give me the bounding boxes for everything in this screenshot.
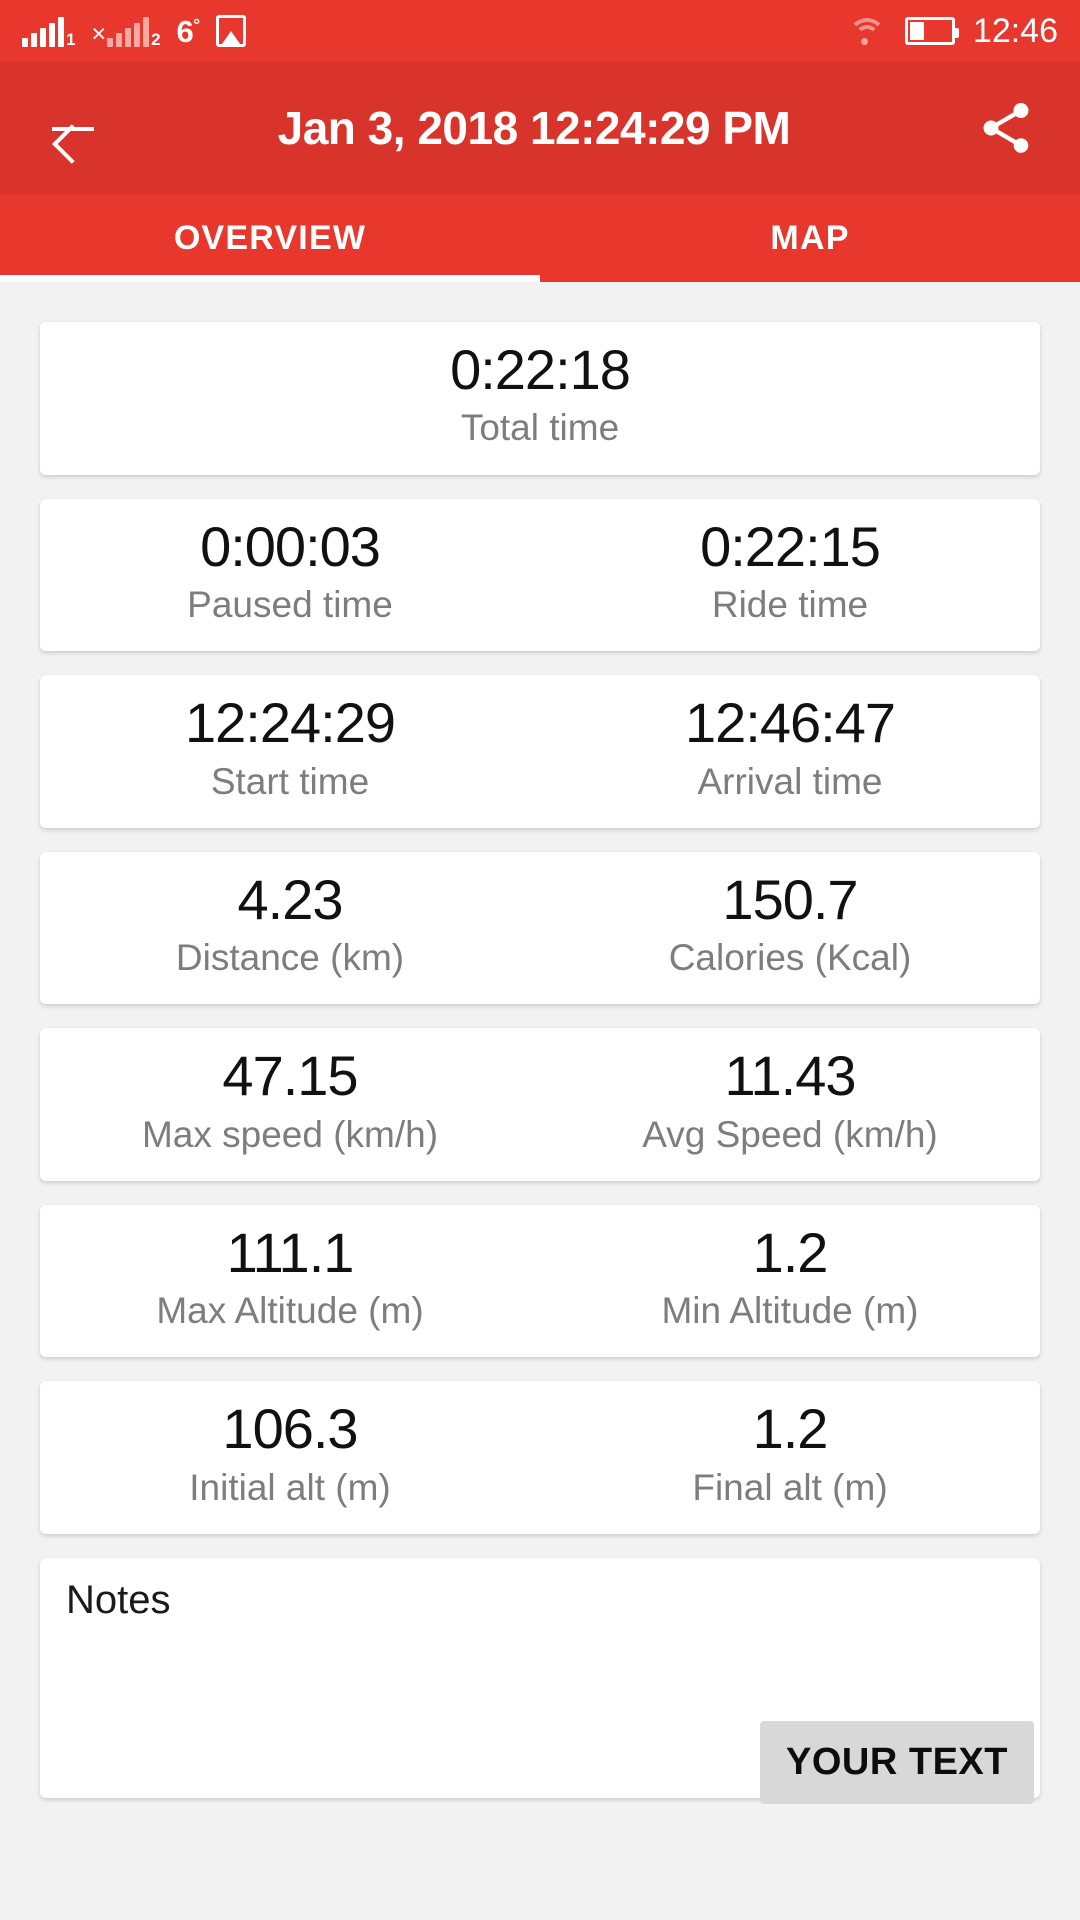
status-bar-right: 12:46: [847, 14, 1058, 48]
stat-cell-ride-time: 0:22:15 Ride time: [540, 514, 1040, 630]
overview-content: 0:22:18 Total time 0:00:03 Paused time 0…: [0, 282, 1080, 1920]
status-bar-clock: 12:46: [972, 12, 1058, 50]
tab-map[interactable]: MAP: [540, 194, 1080, 282]
stat-card-total-time: 0:22:18 Total time: [40, 322, 1040, 475]
status-bar: 1 × 2 6° 12:46: [0, 0, 1080, 62]
min-altitude-label: Min Altitude (m): [661, 1290, 919, 1332]
stat-card-altitude-row: 111.1 Max Altitude (m) 1.2 Min Altitude …: [40, 1204, 1040, 1358]
stat-cell-start-time: 12:24:29 Start time: [40, 691, 540, 806]
temperature-unit: °: [193, 15, 200, 35]
final-alt-value: 1.2: [752, 1397, 829, 1461]
your-text-button[interactable]: YOUR TEXT: [760, 1720, 1034, 1804]
temperature-value: 6: [176, 14, 194, 49]
max-altitude-label: Max Altitude (m): [156, 1290, 424, 1332]
start-time-label: Start time: [210, 760, 370, 802]
status-bar-left: 1 × 2 6°: [22, 14, 246, 49]
wifi-icon: [847, 16, 887, 46]
stat-card-distance-calories-row: 4.23 Distance (km) 150.7 Calories (Kcal): [40, 851, 1040, 1005]
share-icon[interactable]: [976, 98, 1036, 158]
start-time-value: 12:24:29: [185, 691, 396, 755]
signal-sim1-icon: 1: [22, 17, 76, 49]
stat-cell-max-altitude: 111.1 Max Altitude (m): [40, 1220, 540, 1336]
stat-cell-distance: 4.23 Distance (km): [40, 867, 540, 983]
min-altitude-value: 1.2: [752, 1220, 829, 1284]
avg-speed-label: Avg Speed (km/h): [642, 1113, 938, 1155]
stat-card-speed-row: 47.15 Max speed (km/h) 11.43 Avg Speed (…: [40, 1028, 1040, 1181]
notes-label: Notes: [66, 1577, 171, 1622]
ride-time-value: 0:22:15: [700, 514, 881, 578]
notes-card[interactable]: Notes YOUR TEXT: [40, 1557, 1040, 1804]
total-time-label: Total time: [460, 407, 620, 449]
stat-cell-min-altitude: 1.2 Min Altitude (m): [540, 1220, 1040, 1336]
sim2-index-label: 2: [151, 30, 161, 49]
tab-bar: OVERVIEW MAP: [0, 194, 1080, 282]
back-arrow-icon[interactable]: [44, 99, 102, 157]
temperature-indicator: 6°: [176, 14, 201, 49]
stat-cell-paused-time: 0:00:03 Paused time: [40, 514, 540, 630]
arrival-time-value: 12:46:47: [685, 691, 896, 755]
calories-value: 150.7: [722, 867, 858, 931]
stat-card-time-row: 0:00:03 Paused time 0:22:15 Ride time: [40, 498, 1040, 652]
final-alt-label: Final alt (m): [692, 1466, 888, 1508]
calories-label: Calories (Kcal): [668, 937, 912, 979]
stat-cell-initial-alt: 106.3 Initial alt (m): [40, 1397, 540, 1512]
total-time-value: 0:22:18: [450, 338, 631, 401]
distance-value: 4.23: [237, 867, 344, 931]
tab-active-indicator: [0, 275, 540, 282]
max-speed-label: Max speed (km/h): [141, 1113, 439, 1155]
stat-cell-avg-speed: 11.43 Avg Speed (km/h): [540, 1044, 1040, 1159]
stat-card-start-arrival-row: 12:24:29 Start time 12:46:47 Arrival tim…: [40, 675, 1040, 828]
stat-cell-calories: 150.7 Calories (Kcal): [540, 867, 1040, 983]
stat-cell-max-speed: 47.15 Max speed (km/h): [40, 1044, 540, 1159]
avg-speed-value: 11.43: [724, 1044, 857, 1108]
paused-time-label: Paused time: [187, 584, 393, 626]
stat-cell-final-alt: 1.2 Final alt (m): [540, 1397, 1040, 1512]
battery-icon: [904, 17, 959, 45]
stat-cell-arrival-time: 12:46:47 Arrival time: [540, 691, 1040, 806]
app-bar: Jan 3, 2018 12:24:29 PM: [0, 62, 1080, 194]
ride-time-label: Ride time: [711, 584, 869, 626]
max-altitude-value: 111.1: [226, 1220, 355, 1284]
page-title: Jan 3, 2018 12:24:29 PM: [277, 102, 791, 154]
initial-alt-label: Initial alt (m): [189, 1466, 391, 1508]
arrival-time-label: Arrival time: [697, 760, 883, 802]
paused-time-value: 0:00:03: [200, 514, 381, 578]
initial-alt-value: 106.3: [222, 1397, 358, 1461]
distance-label: Distance (km): [175, 937, 405, 979]
stat-card-initial-final-alt-row: 106.3 Initial alt (m) 1.2 Final alt (m): [40, 1381, 1040, 1534]
sim1-index-label: 1: [66, 30, 76, 49]
max-speed-value: 47.15: [222, 1044, 358, 1108]
signal-sim2-icon: × 2: [91, 17, 161, 49]
tab-overview[interactable]: OVERVIEW: [0, 194, 540, 282]
sim2-no-service-mark: ×: [91, 20, 107, 48]
photo-icon: [215, 15, 246, 47]
